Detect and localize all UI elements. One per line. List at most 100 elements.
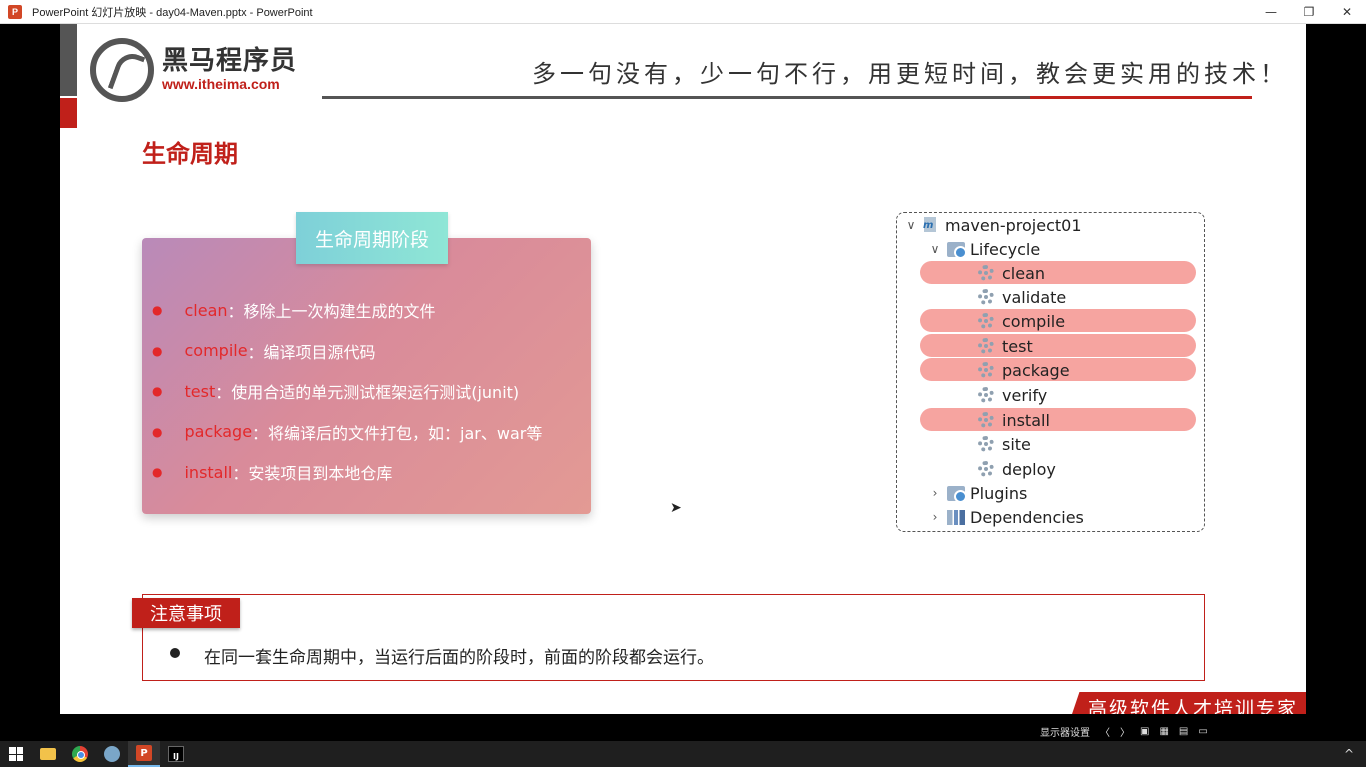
- tree-phase-label: verify: [1002, 385, 1048, 405]
- tree-phase-validate[interactable]: validate: [978, 285, 1066, 309]
- phase-name: install: [184, 462, 233, 482]
- bullet-icon: ●: [152, 343, 163, 358]
- logo-brand-name: 黑马程序员: [162, 46, 298, 76]
- bullet-icon: ●: [152, 424, 163, 439]
- taskbar-chrome[interactable]: [64, 741, 96, 767]
- tree-phase-install[interactable]: install: [978, 408, 1050, 432]
- reading-view-button[interactable]: ▤: [1179, 726, 1188, 737]
- header-divider-accent: [1030, 96, 1252, 99]
- highlight-test: [920, 334, 1196, 357]
- gear-icon: [978, 289, 994, 305]
- slideshow-stage: 黑马程序员 www.itheima.com 多一句没有，少一句不行，用更短时间，…: [0, 24, 1366, 741]
- slogan: 多一句没有，少一句不行，用更短时间，教会更实用的技术！: [532, 60, 1288, 88]
- powerpoint-icon: P: [136, 745, 152, 761]
- tree-phase-label: test: [1002, 336, 1033, 356]
- phase-name: clean: [184, 300, 228, 320]
- tree-phase-compile[interactable]: compile: [978, 309, 1065, 333]
- phase-item: ● compile ：编译项目源代码: [152, 331, 542, 372]
- display-settings-button[interactable]: 显示器设置: [1040, 724, 1090, 739]
- slide-title: 生命周期: [142, 140, 238, 168]
- notice-tag: 注意事项: [132, 598, 240, 628]
- tree-dependencies-label: Dependencies: [970, 507, 1084, 527]
- windows-logo-icon: [9, 747, 23, 761]
- dependencies-icon: [947, 509, 965, 525]
- tree-project-label: maven-project01: [945, 215, 1082, 235]
- tree-plugins-node[interactable]: › Plugins: [927, 481, 1027, 505]
- slide-sorter-button[interactable]: ▦: [1159, 726, 1168, 737]
- start-button[interactable]: [0, 741, 32, 767]
- restore-button[interactable]: ❐: [1290, 0, 1328, 24]
- tree-plugins-label: Plugins: [970, 483, 1028, 503]
- chevron-down-icon[interactable]: ∨: [903, 218, 919, 232]
- phase-desc: ：使用合适的单元测试框架运行测试(junit): [215, 383, 520, 403]
- slideshow-button[interactable]: ▭: [1198, 726, 1207, 737]
- minimize-button[interactable]: —: [1252, 0, 1290, 24]
- logo-url: www.itheima.com: [162, 76, 280, 92]
- tree-phase-label: site: [1002, 434, 1031, 454]
- tree-phase-label: package: [1002, 360, 1070, 380]
- chevron-right-icon[interactable]: ›: [927, 486, 943, 500]
- phase-desc: ：编译项目源代码: [247, 342, 376, 362]
- phase-item: ● install ：安装项目到本地仓库: [152, 452, 542, 493]
- window-title-bar: P PowerPoint 幻灯片放映 - day04-Maven.pptx - …: [0, 0, 1366, 24]
- taskbar-intellij[interactable]: IJ: [160, 741, 192, 767]
- plugins-folder-icon: [947, 485, 967, 503]
- tree-phase-label: clean: [1002, 263, 1046, 283]
- window-title: PowerPoint 幻灯片放映 - day04-Maven.pptx - Po…: [32, 6, 313, 19]
- intellij-icon: IJ: [168, 746, 184, 762]
- tree-dependencies-node[interactable]: › Dependencies: [927, 505, 1084, 529]
- left-accent-bar-red: [60, 98, 77, 128]
- taskbar-file-explorer[interactable]: [32, 741, 64, 767]
- horse-logo-icon: [90, 38, 154, 102]
- highlight-install: [920, 408, 1196, 431]
- highlight-clean: [920, 261, 1196, 284]
- windows-taskbar: P IJ ^: [0, 741, 1366, 767]
- tree-project-node[interactable]: ∨ maven-project01: [903, 213, 1082, 237]
- taskbar-powerpoint[interactable]: P: [128, 741, 160, 767]
- window-controls: — ❐ ✕: [1252, 0, 1366, 24]
- lifecycle-folder-icon: [947, 241, 967, 259]
- left-accent-bar: [60, 24, 77, 96]
- tree-phase-clean[interactable]: clean: [978, 261, 1045, 285]
- tree-phase-test[interactable]: test: [978, 334, 1033, 358]
- system-tray: ^: [1344, 741, 1354, 767]
- tree-phase-label: install: [1002, 410, 1050, 430]
- tree-phase-label: compile: [1002, 311, 1066, 331]
- normal-view-button[interactable]: ▣: [1140, 726, 1149, 737]
- phase-name: compile: [184, 341, 248, 361]
- taskbar-app[interactable]: [96, 741, 128, 767]
- footer-slogan: 高级软件人才培训专家: [1088, 698, 1299, 714]
- phases-list: ● clean ：移除上一次构建生成的文件 ● compile ：编译项目源代码 ● te…: [152, 290, 542, 493]
- phase-desc: ：移除上一次构建生成的文件: [227, 302, 436, 322]
- tree-phase-package[interactable]: package: [978, 358, 1070, 382]
- tree-phase-site[interactable]: site: [978, 432, 1031, 456]
- close-button[interactable]: ✕: [1328, 0, 1366, 24]
- slide[interactable]: 黑马程序员 www.itheima.com 多一句没有，少一句不行，用更短时间，…: [60, 24, 1306, 714]
- powerpoint-app-icon: P: [8, 4, 22, 19]
- phase-item: ● test ：使用合适的单元测试框架运行测试(junit): [152, 371, 542, 412]
- next-slide-button[interactable]: 〉: [1120, 724, 1130, 739]
- gear-icon: [978, 362, 994, 378]
- maven-module-icon: [923, 217, 939, 233]
- tree-lifecycle-node[interactable]: ∨ Lifecycle: [927, 237, 1040, 261]
- chevron-right-icon[interactable]: ›: [927, 510, 943, 524]
- gear-icon: [978, 387, 994, 403]
- tree-phase-verify[interactable]: verify: [978, 383, 1047, 407]
- presenter-control-bar: 显示器设置 〈 〉 ▣ ▦ ▤ ▭: [1040, 721, 1208, 741]
- notice-text: 在同一套生命周期中，当运行后面的阶段时，前面的阶段都会运行。: [204, 648, 714, 668]
- tray-chevron-up-icon[interactable]: ^: [1344, 747, 1354, 761]
- gear-icon: [978, 412, 994, 428]
- phase-name: test: [184, 381, 216, 401]
- phase-desc: ：将编译后的文件打包，如：jar、war等: [252, 423, 543, 443]
- previous-slide-button[interactable]: 〈: [1100, 724, 1110, 739]
- phase-name: package: [184, 422, 253, 442]
- folder-icon: [40, 748, 56, 760]
- mouse-cursor-icon: ➤: [670, 500, 682, 516]
- phase-desc: ：安装项目到本地仓库: [232, 464, 393, 484]
- maven-lifecycle-tree: ∨ maven-project01 ∨ Lifecycle clean vali…: [896, 212, 1205, 532]
- phases-panel-tag: 生命周期阶段: [296, 212, 448, 264]
- tree-phase-label: deploy: [1002, 459, 1056, 479]
- tree-phase-deploy[interactable]: deploy: [978, 457, 1056, 481]
- chevron-down-icon[interactable]: ∨: [927, 242, 943, 256]
- tree-lifecycle-label: Lifecycle: [970, 239, 1041, 259]
